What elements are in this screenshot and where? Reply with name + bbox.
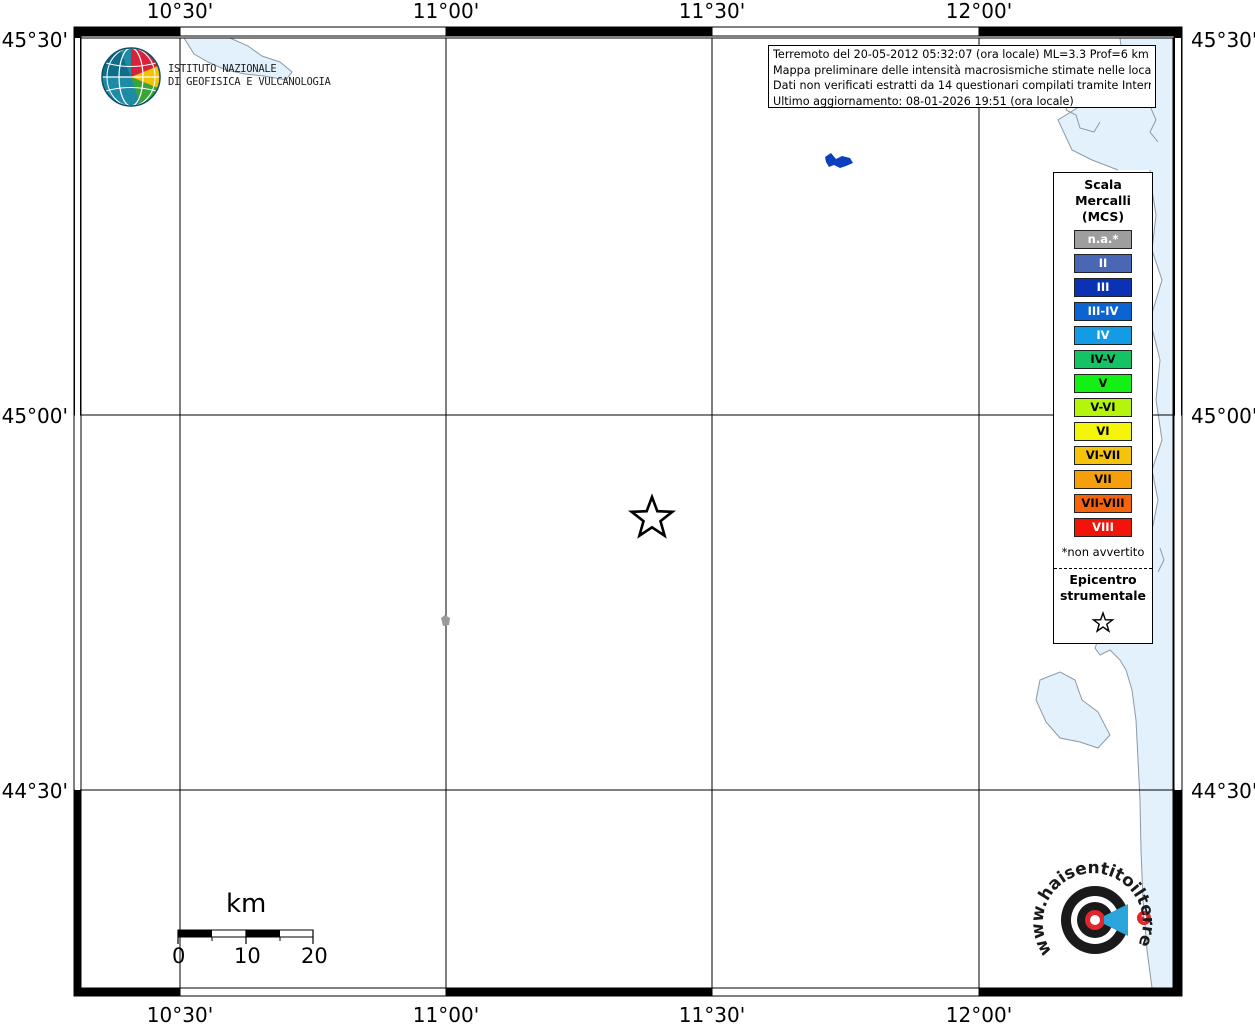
ingv-name-line2: DI GEOFISICA E VULCANOLOGIA <box>168 76 331 88</box>
scale-bar <box>177 929 314 944</box>
scale-label-10: 10 <box>234 944 261 968</box>
frame-outer-border <box>73 26 1183 997</box>
legend-swatch-viii: VIII <box>1074 518 1132 537</box>
epicenter-marker[interactable] <box>628 493 676 539</box>
legend-title-line1: Scala <box>1084 177 1122 192</box>
lon-label-top-1: 10°30' <box>147 0 213 23</box>
lon-label-top-3: 11°30' <box>679 0 745 23</box>
sea-areas <box>184 38 1173 988</box>
scale-label-0: 0 <box>172 944 186 968</box>
legend-title-line2: Mercalli <box>1075 193 1131 208</box>
frame-right-gap-1 <box>1175 38 1181 415</box>
legend-swatch-iv-v: IV-V <box>1074 350 1132 369</box>
legend-divider <box>1054 568 1152 569</box>
lat-label-right-2: 45°00' <box>1191 404 1255 428</box>
frame-left-gap-2 <box>75 415 80 790</box>
frame-top-segment-5 <box>978 26 1174 37</box>
ingv-name-line1: ISTITUTO NAZIONALE <box>168 63 277 75</box>
frame-bottom-segment-5 <box>978 987 1174 997</box>
frame-bottom-segment-2 <box>179 987 447 997</box>
event-info-box: Terremoto del 20-05-2012 05:32:07 (ora l… <box>768 45 1156 108</box>
haisentito-logo-graphic: ? www.haisentitoilterremoto.it <box>1021 833 1158 959</box>
frame-top-segment-4 <box>711 26 980 37</box>
legend-swatch-ii: II <box>1074 254 1132 273</box>
legend-epicenter-label: Epicentro strumentale <box>1054 572 1152 604</box>
comacchio-lagoon <box>1036 672 1110 748</box>
frame-left-segment-3 <box>73 789 82 997</box>
frame-bottom-segment-1 <box>80 987 181 997</box>
scale-label-20: 20 <box>301 944 328 968</box>
info-line-event: Terremoto del 20-05-2012 05:32:07 (ora l… <box>773 48 1149 61</box>
lon-label-bottom-1: 10°30' <box>147 1003 213 1024</box>
frame-left-gap-1 <box>75 38 80 415</box>
lat-label-right-1: 45°30' <box>1191 28 1255 52</box>
legend-title-line3: (MCS) <box>1081 209 1125 224</box>
map-frame <box>73 26 1183 997</box>
legend-swatch-iii-iv: III-IV <box>1074 302 1132 321</box>
frame-bottom-segment-4 <box>711 987 980 997</box>
graticule <box>81 37 1173 988</box>
legend-swatch-iv: IV <box>1074 326 1132 345</box>
lat-label-left-2: 45°00' <box>2 404 68 428</box>
star-icon <box>628 493 676 539</box>
info-line-map: Mappa preliminare delle intensità macros… <box>773 63 1151 77</box>
intensity-area-ii[interactable] <box>825 153 853 168</box>
coastlines <box>183 37 1165 989</box>
ingv-name: ISTITUTO NAZIONALE DI GEOFISICA E VULCAN… <box>168 63 331 89</box>
lon-label-top-2: 11°00' <box>413 0 479 23</box>
legend-swatch-vii: VII <box>1074 470 1132 489</box>
observed-localities <box>441 153 853 626</box>
scale-bar-unit: km <box>226 889 267 919</box>
lon-label-bottom-4: 12°00' <box>946 1003 1012 1024</box>
frame-top-segment-1 <box>80 26 181 37</box>
legend-title: Scala Mercalli (MCS) <box>1054 177 1152 225</box>
globe-icon <box>101 47 161 107</box>
legend-note: *non avvertito <box>1061 545 1145 559</box>
frame-top-segment-3 <box>445 26 713 37</box>
map-inner-border <box>80 37 1174 989</box>
lon-label-bottom-3: 11°30' <box>679 1003 745 1024</box>
star-icon <box>1091 610 1115 633</box>
info-line-data: Dati non verificati estratti da 14 quest… <box>773 79 1151 92</box>
lon-label-top-4: 12°00' <box>946 0 1012 23</box>
frame-right-gap-2 <box>1175 415 1181 790</box>
lat-label-left-3: 44°30' <box>2 779 68 803</box>
legend-swatch-v: V <box>1074 374 1132 393</box>
ingv-logo[interactable] <box>100 46 162 112</box>
lat-label-right-3: 44°30' <box>1191 779 1255 803</box>
legend-swatch-vi-vii: VI-VII <box>1074 446 1132 465</box>
legend-swatch-v-vi: V-VI <box>1074 398 1132 417</box>
intensity-legend: Scala Mercalli (MCS) n.a.* II III III-IV IV I… <box>1053 172 1153 644</box>
legend-swatch-vi: VI <box>1074 422 1132 441</box>
legend-epicenter-line1: Epicentro <box>1069 572 1137 587</box>
lon-label-bottom-2: 11°00' <box>413 1003 479 1024</box>
haisentito-logo[interactable]: ? www.haisentitoilterremoto.it <box>1021 833 1160 982</box>
legend-swatch-vii-viii: VII-VIII <box>1074 494 1132 513</box>
intensity-area-na[interactable] <box>441 615 450 626</box>
info-line-update: Ultimo aggiornamento: 08-01-2026 19:51 (… <box>773 94 1074 108</box>
frame-top-segment-2 <box>179 26 447 37</box>
frame-right-segment-3 <box>1173 789 1183 997</box>
legend-swatch-iii: III <box>1074 278 1132 297</box>
legend-epicenter-line2: strumentale <box>1059 588 1147 603</box>
frame-bottom-segment-3 <box>445 987 713 997</box>
lat-label-left-1: 45°30' <box>2 28 68 52</box>
legend-swatch-n-a: n.a.* <box>1074 230 1132 249</box>
